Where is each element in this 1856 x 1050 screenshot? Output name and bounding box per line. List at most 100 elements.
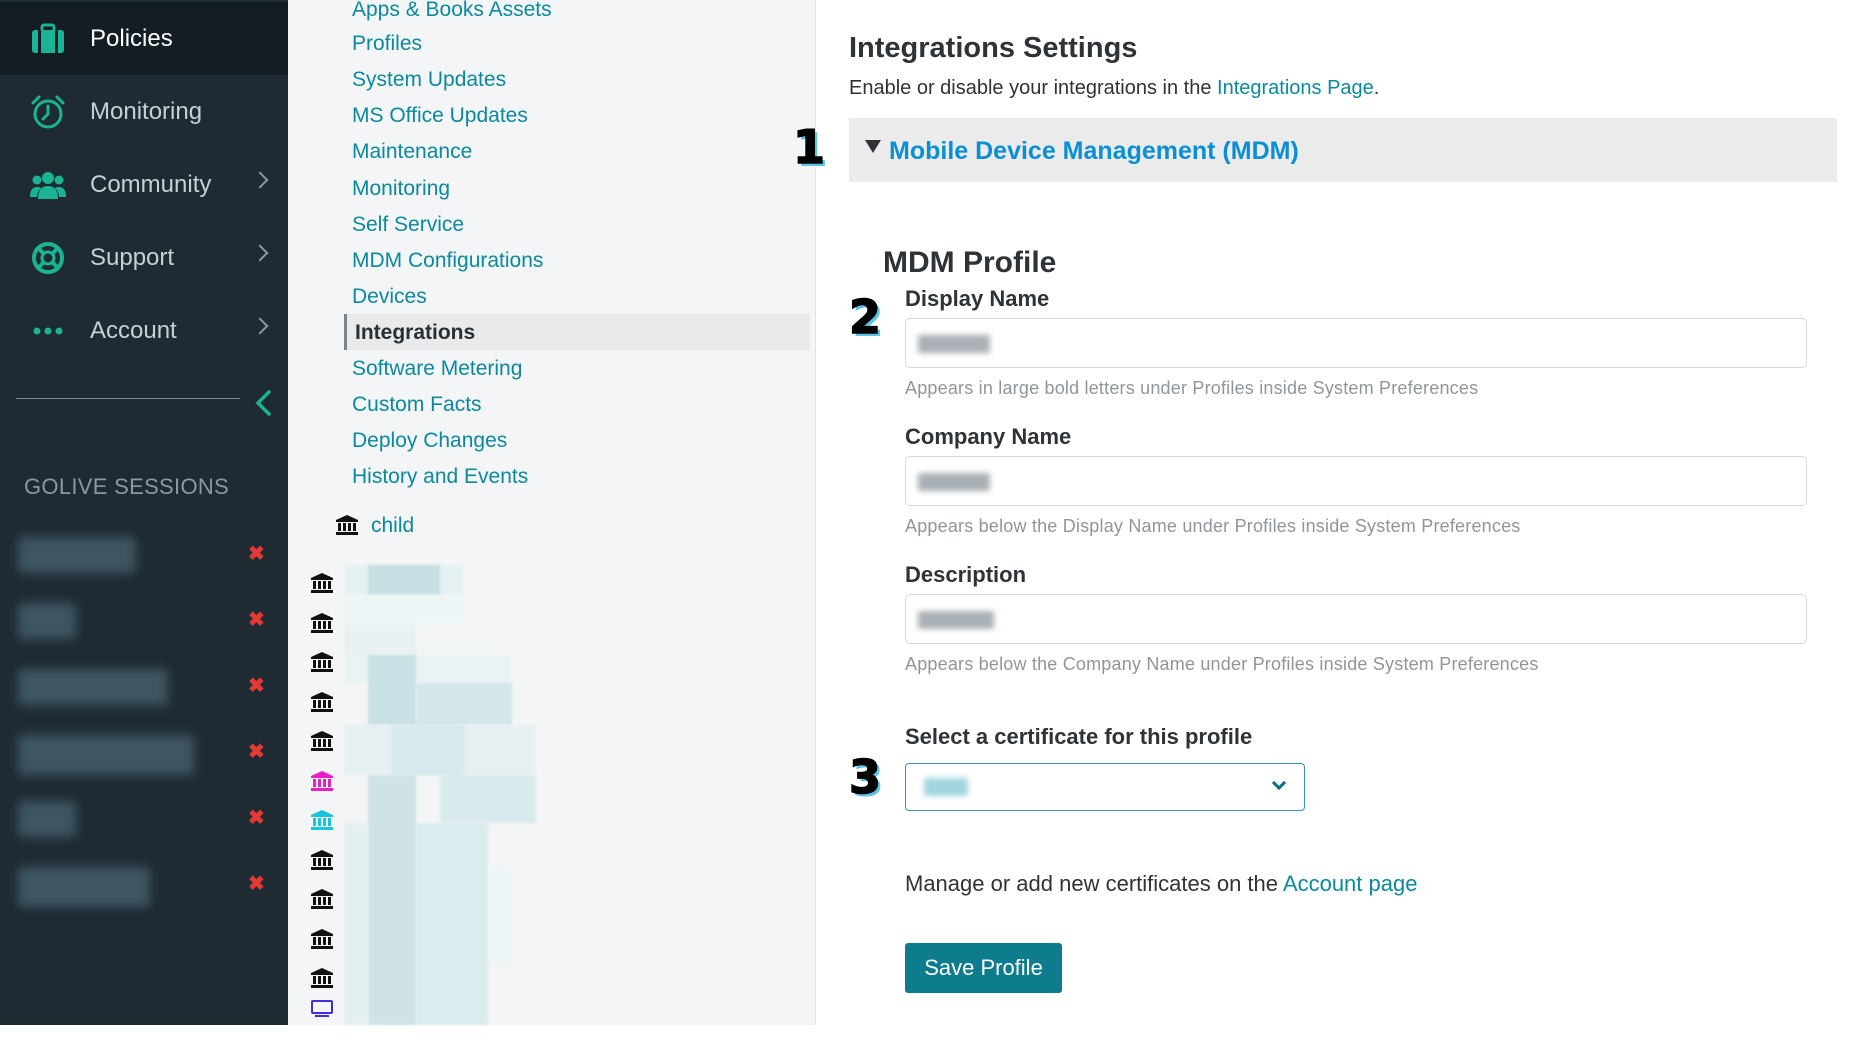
session-item[interactable]: ✖ xyxy=(0,661,288,711)
mdm-section-title: Mobile Device Management (MDM) xyxy=(889,137,1299,165)
session-name-redacted xyxy=(18,735,194,775)
session-name-redacted xyxy=(18,669,168,705)
session-item[interactable]: ✖ xyxy=(0,793,288,843)
annotation-number-1: 1 xyxy=(792,119,826,175)
settings-nav-profiles[interactable]: Profiles xyxy=(352,32,422,56)
intro-suffix: . xyxy=(1373,77,1380,99)
institution-icon xyxy=(311,810,333,830)
remove-session-icon[interactable]: ✖ xyxy=(248,673,265,698)
monitor-icon xyxy=(311,1000,333,1020)
chevron-down-icon xyxy=(1271,775,1287,791)
session-name-redacted xyxy=(18,867,150,907)
manage-prefix: Manage or add new certificates on the xyxy=(905,871,1283,896)
session-item[interactable]: ✖ xyxy=(0,529,288,579)
settings-nav-apps-books[interactable]: Apps & Books Assets xyxy=(352,0,552,22)
display-name-input[interactable] xyxy=(905,318,1807,368)
institution-icon xyxy=(311,968,333,988)
settings-nav-software-metering[interactable]: Software Metering xyxy=(352,357,522,381)
sidebar-item-policies[interactable]: Policies xyxy=(0,2,288,75)
settings-nav-maintenance[interactable]: Maintenance xyxy=(352,140,472,164)
institution-icon xyxy=(311,691,333,712)
sidebar-item-label: Support xyxy=(90,243,175,271)
session-name-redacted xyxy=(18,603,76,639)
remove-session-icon[interactable]: ✖ xyxy=(248,805,265,830)
sidebar-divider xyxy=(16,398,240,399)
company-name-label: Company Name xyxy=(905,424,1072,449)
redacted-value xyxy=(918,611,994,629)
institution-icon xyxy=(311,731,333,751)
settings-nav-system-updates[interactable]: System Updates xyxy=(352,68,506,92)
company-name-input[interactable] xyxy=(905,456,1807,506)
caret-down-icon xyxy=(865,140,881,153)
settings-nav-self-service[interactable]: Self Service xyxy=(352,213,464,237)
remove-session-icon[interactable]: ✖ xyxy=(248,739,265,764)
chevron-right-icon xyxy=(251,171,269,189)
lifebuoy-icon xyxy=(30,240,66,276)
settings-nav-devices[interactable]: Devices xyxy=(352,285,427,309)
institution-icon xyxy=(311,573,333,593)
child-group-link[interactable]: child xyxy=(371,514,414,538)
session-item[interactable]: ✖ xyxy=(0,859,288,909)
remove-session-icon[interactable]: ✖ xyxy=(248,541,265,566)
sidebar-item-community[interactable]: Community xyxy=(0,148,288,221)
institution-icon xyxy=(311,652,333,672)
description-input[interactable] xyxy=(905,594,1807,644)
certificate-label: Select a certificate for this profile xyxy=(905,724,1253,749)
sessions-heading: GOLIVE SESSIONS xyxy=(24,474,230,499)
settings-nav-custom-facts[interactable]: Custom Facts xyxy=(352,393,482,417)
integrations-page-link[interactable]: Integrations Page xyxy=(1217,77,1374,99)
settings-nav-history-events[interactable]: History and Events xyxy=(352,465,528,489)
settings-nav-ms-office-updates[interactable]: MS Office Updates xyxy=(352,104,528,128)
main-content: Integrations Settings Enable or disable … xyxy=(792,0,1856,1025)
annotation-number-2: 2 xyxy=(848,289,882,345)
session-item[interactable]: ✖ xyxy=(0,595,288,645)
settings-nav-label: Integrations xyxy=(355,321,476,344)
save-profile-button[interactable]: Save Profile xyxy=(905,943,1062,993)
page-title: Integrations Settings xyxy=(849,32,1138,64)
chevron-right-icon xyxy=(251,317,269,335)
settings-nav-integrations[interactable]: Integrations xyxy=(344,314,810,350)
remove-session-icon[interactable]: ✖ xyxy=(248,607,265,632)
alarm-clock-icon xyxy=(30,94,66,130)
institution-icon xyxy=(336,515,358,535)
institution-icon xyxy=(311,770,333,791)
main-sidebar: Policies Monitoring Community Support Ac… xyxy=(0,0,288,1025)
session-name-redacted xyxy=(18,801,76,837)
manage-certificates-text: Manage or add new certificates on the Ac… xyxy=(905,871,1417,897)
collapse-sidebar-icon[interactable] xyxy=(254,390,274,416)
sidebar-item-label: Monitoring xyxy=(90,97,203,125)
remove-session-icon[interactable]: ✖ xyxy=(248,871,265,896)
mdm-profile-heading: MDM Profile xyxy=(883,246,1057,279)
briefcase-icon xyxy=(30,21,66,57)
settings-nav-deploy-changes[interactable]: Deploy Changes xyxy=(352,429,507,453)
sidebar-item-label: Policies xyxy=(90,24,173,52)
intro-text: Enable or disable your integrations in t… xyxy=(849,77,1379,100)
institution-icon xyxy=(311,928,333,949)
annotation-number-3: 3 xyxy=(848,749,882,805)
session-item[interactable]: ✖ xyxy=(0,727,288,777)
description-label: Description xyxy=(905,562,1027,587)
description-help: Appears below the Company Name under Pro… xyxy=(905,654,1539,674)
institution-icon xyxy=(311,612,333,633)
settings-nav-monitoring[interactable]: Monitoring xyxy=(352,177,450,201)
chevron-right-icon xyxy=(251,244,269,262)
sidebar-item-monitoring[interactable]: Monitoring xyxy=(0,75,288,148)
institution-icon xyxy=(311,849,333,870)
mdm-section-toggle[interactable]: Mobile Device Management (MDM) xyxy=(849,118,1837,182)
display-name-help: Appears in large bold letters under Prof… xyxy=(905,378,1479,398)
settings-nav: Apps & Books Assets Profiles System Upda… xyxy=(288,0,816,1025)
ellipsis-icon xyxy=(30,313,66,349)
sidebar-item-label: Account xyxy=(90,316,177,344)
certificate-select[interactable] xyxy=(905,763,1305,811)
company-name-help: Appears below the Display Name under Pro… xyxy=(905,516,1521,536)
sidebar-item-account[interactable]: Account xyxy=(0,294,288,367)
redacted-value xyxy=(918,473,990,491)
account-page-link[interactable]: Account page xyxy=(1283,871,1418,896)
settings-nav-mdm-configurations[interactable]: MDM Configurations xyxy=(352,249,543,273)
intro-prefix: Enable or disable your integrations in t… xyxy=(849,77,1218,99)
institution-icon xyxy=(311,889,333,909)
session-name-redacted xyxy=(18,537,136,573)
redacted-group-list xyxy=(344,565,584,1025)
sidebar-item-support[interactable]: Support xyxy=(0,221,288,294)
redacted-value xyxy=(918,335,990,353)
